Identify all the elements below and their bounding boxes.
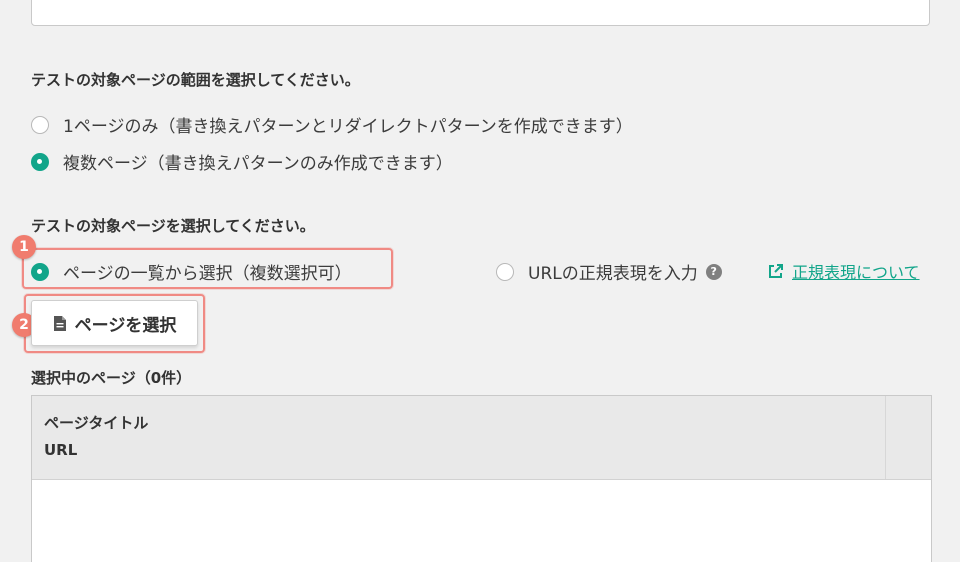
range-section-label: テストの対象ページの範囲を選択してください。 (31, 71, 360, 89)
radio-option-single-page[interactable]: 1ページのみ（書き換えパターンとリダイレクトパターンを作成できます） (31, 112, 633, 137)
question-icon[interactable]: ? (705, 263, 722, 280)
selected-pages-table: ページタイトル URL (31, 395, 932, 562)
regex-help-link-label[interactable]: 正規表現について (792, 259, 920, 283)
radio-option-url-regex[interactable]: URLの正規表現を入力 ? (496, 259, 722, 284)
radio-label: URLの正規表現を入力 (528, 264, 698, 284)
select-pages-button-label: ページを選択 (74, 315, 177, 336)
radio-button[interactable] (31, 115, 49, 134)
table-header: ページタイトル URL (32, 396, 931, 480)
target-section-label: テストの対象ページを選択してください。 (31, 217, 315, 235)
document-icon (53, 315, 67, 332)
selected-pages-label: 選択中のページ（0件） (31, 369, 192, 387)
radio-option-select-from-list[interactable]: ページの一覧から選択（複数選択可） (31, 259, 352, 284)
column-header-url: URL (44, 441, 78, 459)
text-input-field-top[interactable] (31, 0, 930, 26)
radio-option-multiple-pages[interactable]: 複数ページ（書き換えパターンのみ作成できます） (31, 149, 453, 174)
radio-button[interactable] (496, 262, 514, 281)
page-root: テストの対象ページの範囲を選択してください。 1ページのみ（書き換えパターンとリ… (0, 0, 960, 562)
column-header-actions (885, 396, 931, 479)
radio-button-checked[interactable] (31, 152, 49, 171)
external-link-icon (769, 263, 783, 278)
column-header-main: ページタイトル URL (32, 396, 885, 479)
radio-label: 複数ページ（書き換えパターンのみ作成できます） (63, 154, 453, 174)
annotation-badge-1: 1 (12, 235, 36, 259)
regex-help-link[interactable]: 正規表現について (767, 259, 920, 283)
column-header-page-title: ページタイトル (44, 414, 149, 432)
radio-label: ページの一覧から選択（複数選択可） (63, 264, 352, 284)
radio-label: 1ページのみ（書き換えパターンとリダイレクトパターンを作成できます） (63, 117, 633, 137)
select-pages-button[interactable]: ページを選択 (31, 300, 198, 346)
radio-button-checked[interactable] (31, 262, 49, 281)
